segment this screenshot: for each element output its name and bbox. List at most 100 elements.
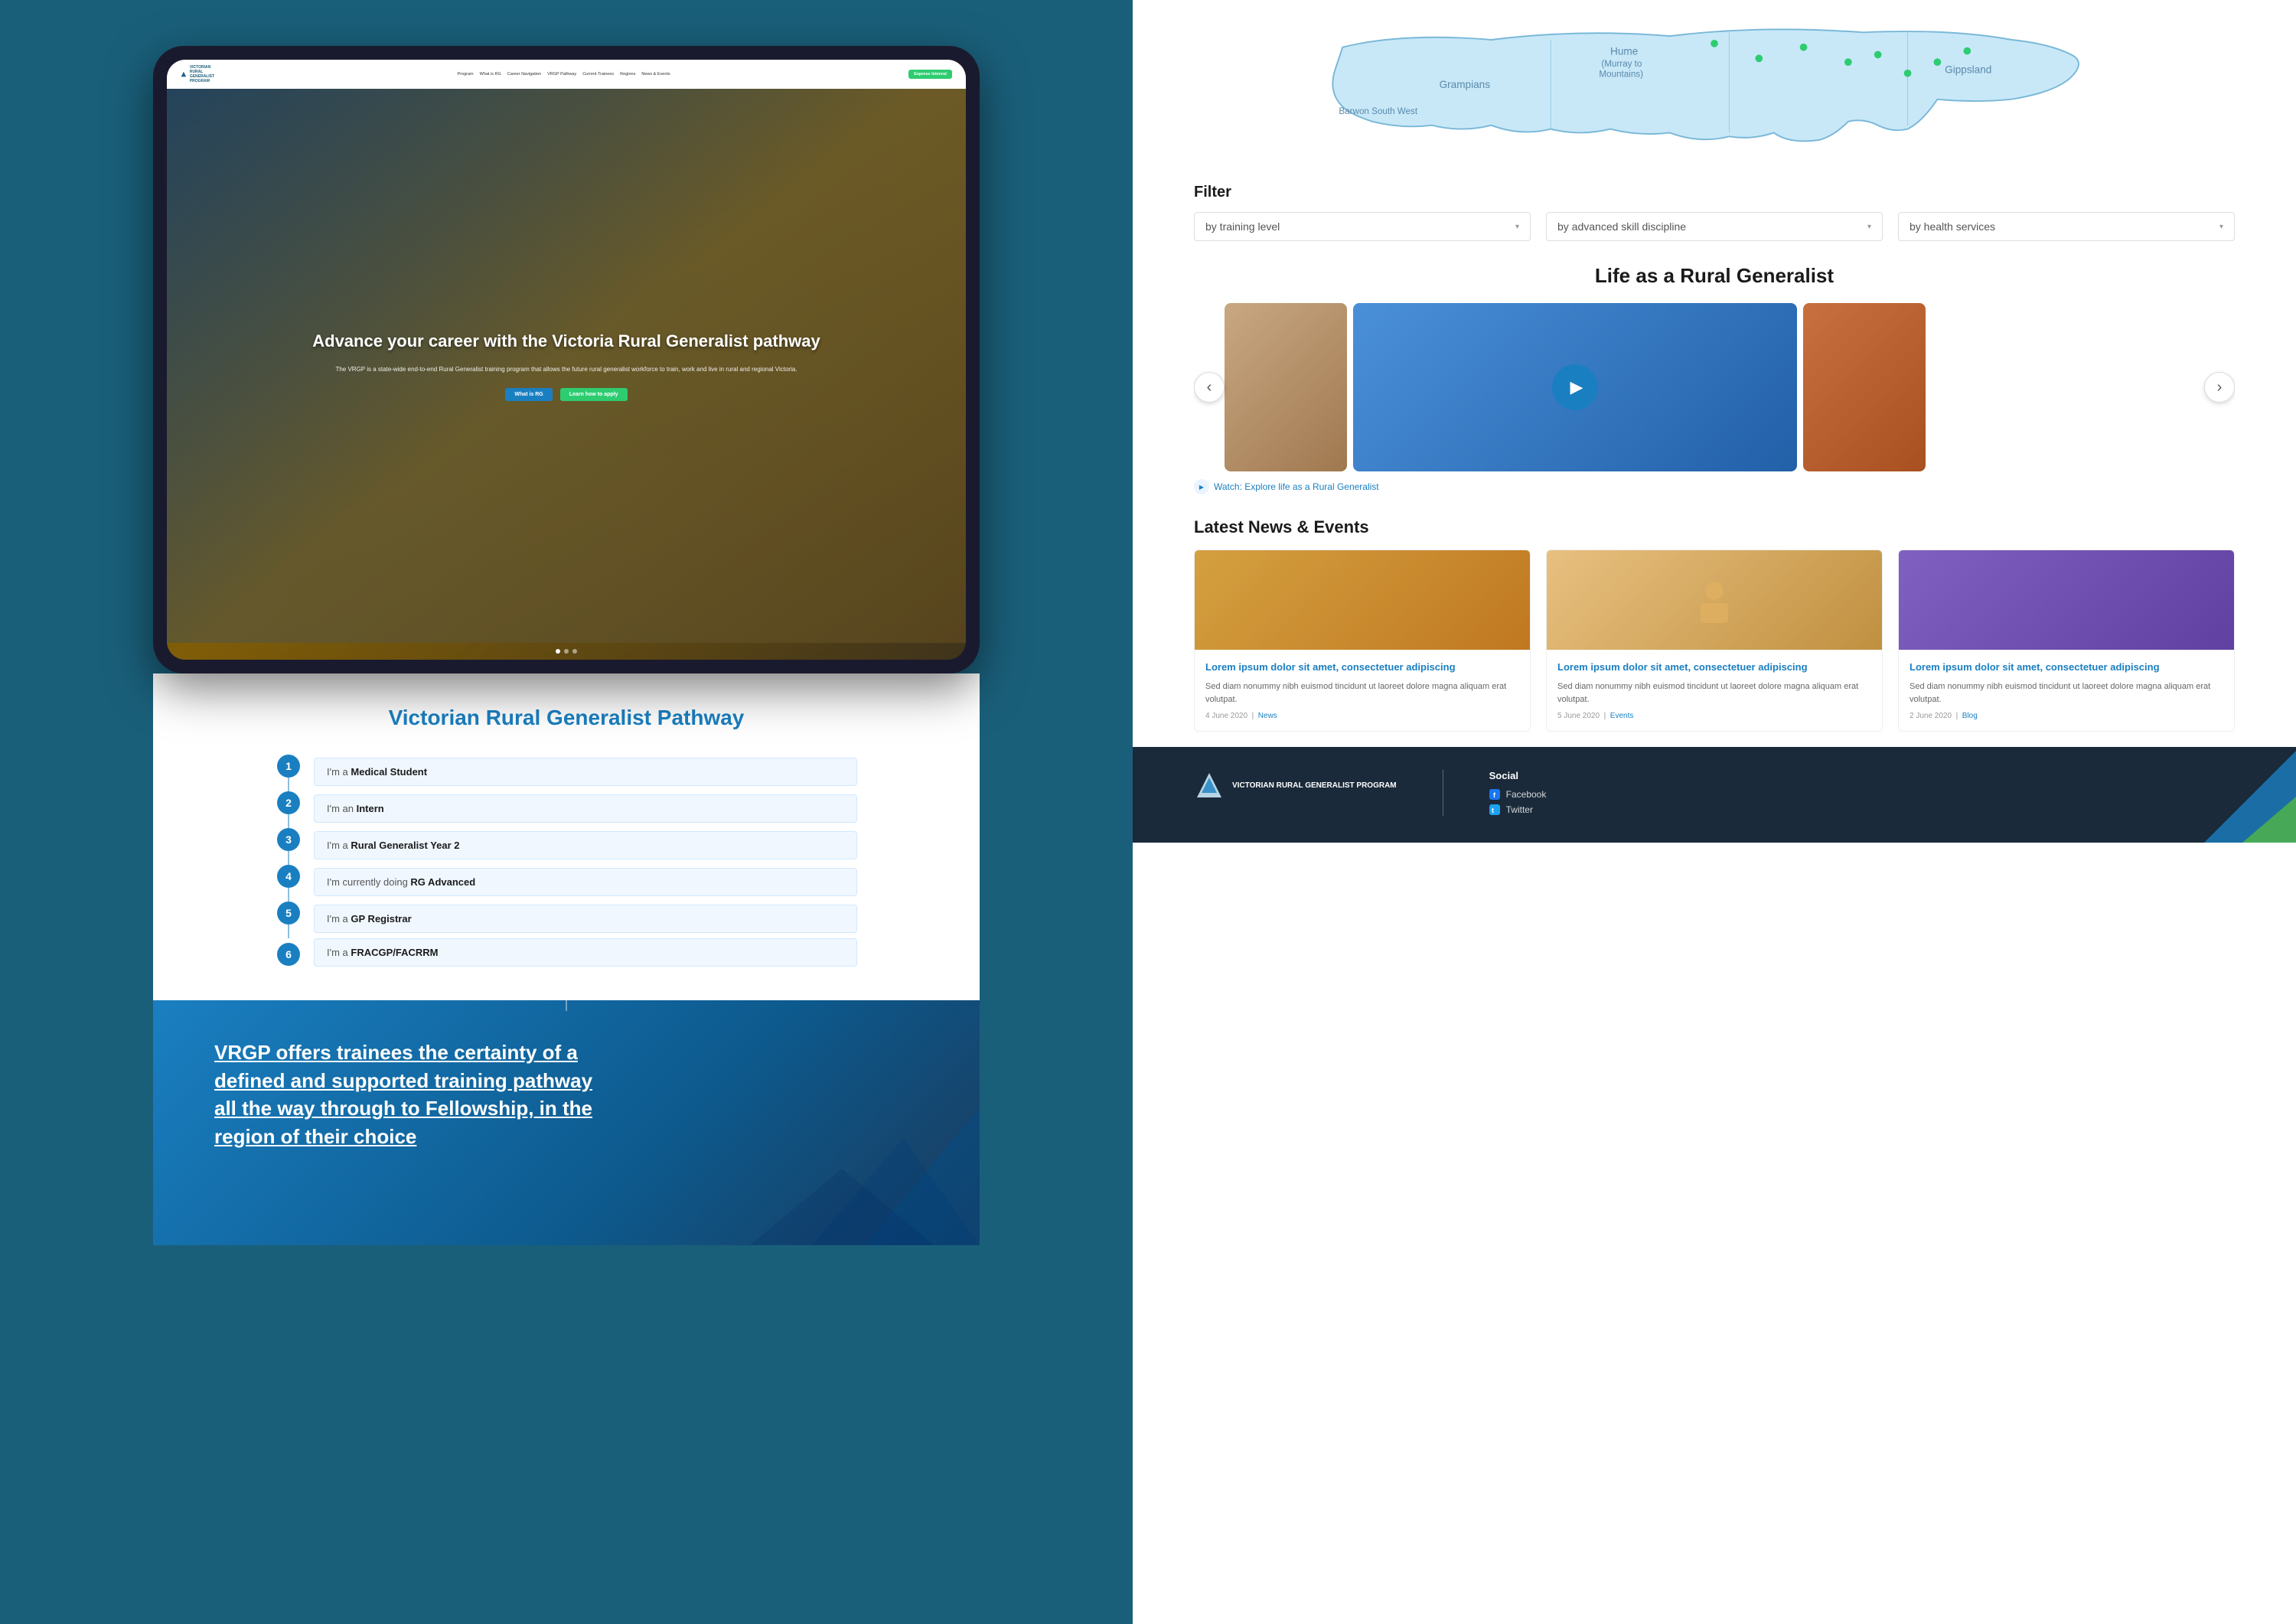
building-image bbox=[1803, 303, 1926, 471]
news-card-1-desc: Sed diam nonummy nibh euismod tincidunt … bbox=[1205, 680, 1519, 706]
svg-text:t: t bbox=[1492, 807, 1494, 814]
news-card-3[interactable]: Lorem ipsum dolor sit amet, consectetuer… bbox=[1898, 549, 2235, 732]
news-card-3-meta: 2 June 2020 | Blog bbox=[1910, 712, 2223, 720]
footer-decorative-shapes bbox=[2143, 751, 2296, 843]
tablet-nav-links: Program What is RG Career Navigation VRG… bbox=[228, 72, 899, 77]
news-card-2-image bbox=[1547, 550, 1882, 650]
training-level-text: by training level bbox=[1205, 220, 1280, 233]
carousel-images: ▶ bbox=[1225, 303, 2204, 471]
tablet-nav: VICTORIAN RURAL GENERALIST PROGRAM Progr… bbox=[167, 60, 966, 89]
tablet-hero-section: VICTORIAN RURAL GENERALIST PROGRAM Progr… bbox=[167, 60, 966, 660]
news-card-1[interactable]: Lorem ipsum dolor sit amet, consectetuer… bbox=[1194, 549, 1531, 732]
dropdown-arrow-1: ▾ bbox=[1515, 223, 1519, 231]
nav-career[interactable]: Career Navigation bbox=[507, 72, 541, 77]
pathway-step-5: 5 I'm a GP Registrar bbox=[276, 902, 857, 938]
news-card-3-image bbox=[1899, 550, 2234, 650]
learn-apply-button[interactable]: Learn how to apply bbox=[560, 388, 628, 401]
what-is-rg-button[interactable]: What is RG bbox=[505, 388, 552, 401]
blue-bottom-section: VRGP offers trainees the certainty of a … bbox=[153, 1000, 980, 1245]
step-number-6: 6 bbox=[277, 943, 300, 966]
tablet-screen: VICTORIAN RURAL GENERALIST PROGRAM Progr… bbox=[167, 60, 966, 660]
nav-vrgp[interactable]: VRGP Pathway bbox=[547, 72, 576, 77]
svg-text:(Murray to: (Murray to bbox=[1601, 59, 1642, 69]
step-box-3[interactable]: I'm a Rural Generalist Year 2 bbox=[314, 831, 857, 859]
news-section: Latest News & Events Lorem ipsum dolor s… bbox=[1133, 510, 2296, 747]
nav-regions[interactable]: Regions bbox=[620, 72, 635, 77]
watch-text: Watch: Explore life as a Rural Generalis… bbox=[1214, 481, 1379, 492]
tablet-hero-content: Advance your career with the Victoria Ru… bbox=[167, 89, 966, 643]
pathway-step-1: 1 I'm a Medical Student bbox=[276, 755, 857, 791]
step-box-6[interactable]: I'm a FRACGP/FACRRM bbox=[314, 938, 857, 967]
blue-bottom-title: VRGP offers trainees the certainty of a … bbox=[214, 1039, 597, 1150]
step-line-5 bbox=[288, 925, 289, 938]
life-title: Life as a Rural Generalist bbox=[1194, 264, 2235, 288]
nav-news[interactable]: News & Events bbox=[641, 72, 670, 77]
step-line-2 bbox=[288, 814, 289, 828]
hero-description: The VRGP is a state-wide end-to-end Rura… bbox=[312, 365, 820, 374]
dot-1[interactable] bbox=[556, 649, 560, 654]
carousel-dots bbox=[167, 643, 966, 660]
nav-program[interactable]: Program bbox=[458, 72, 474, 77]
twitter-link[interactable]: t Twitter bbox=[1489, 804, 1547, 815]
news-card-1-date: 4 June 2020 bbox=[1205, 712, 1247, 720]
news-card-1-content: Lorem ipsum dolor sit amet, consectetuer… bbox=[1195, 650, 1530, 731]
news-card-2-desc: Sed diam nonummy nibh euismod tincidunt … bbox=[1557, 680, 1871, 706]
filter-label: Filter bbox=[1194, 184, 2235, 201]
svg-text:Grampians: Grampians bbox=[1440, 79, 1491, 90]
news-card-2-meta: 5 June 2020 | Events bbox=[1557, 712, 1871, 720]
facebook-link[interactable]: f Facebook bbox=[1489, 789, 1547, 800]
tablet-device: VICTORIAN RURAL GENERALIST PROGRAM Progr… bbox=[153, 46, 980, 673]
doctor-silhouette bbox=[1691, 577, 1737, 623]
dot-3[interactable] bbox=[572, 649, 577, 654]
footer: VICTORIAN RURAL GENERALIST PROGRAM Socia… bbox=[1133, 747, 2296, 843]
health-services-text: by health services bbox=[1910, 220, 1995, 233]
svg-text:Gippsland: Gippsland bbox=[1945, 64, 1991, 76]
express-interest-button[interactable]: Express Interest bbox=[908, 70, 952, 79]
pathway-step-3: 3 I'm a Rural Generalist Year 2 bbox=[276, 828, 857, 865]
pathway-title: Victorian Rural Generalist Pathway bbox=[276, 704, 857, 732]
nav-whatisrg[interactable]: What is RG bbox=[480, 72, 501, 77]
step-connector-4: 4 bbox=[276, 865, 302, 902]
step-box-1[interactable]: I'm a Medical Student bbox=[314, 758, 857, 786]
twitter-text: Twitter bbox=[1506, 804, 1533, 815]
training-level-dropdown[interactable]: by training level ▾ bbox=[1194, 212, 1531, 241]
people-image bbox=[1225, 303, 1347, 471]
pathway-step-2: 2 I'm an Intern bbox=[276, 791, 857, 828]
carousel-prev-button[interactable]: ‹ bbox=[1194, 372, 1225, 403]
dot-2[interactable] bbox=[564, 649, 569, 654]
news-card-3-date: 2 June 2020 bbox=[1910, 712, 1952, 720]
pathway-step-6: 6 I'm a FRACGP/FACRRM bbox=[276, 938, 857, 970]
facebook-icon: f bbox=[1489, 789, 1500, 800]
step-number-3: 3 bbox=[277, 828, 300, 851]
step-connector-1: 1 bbox=[276, 755, 302, 791]
news-card-2-tag: Events bbox=[1610, 712, 1634, 720]
svg-text:Barwon South West: Barwon South West bbox=[1339, 106, 1417, 116]
tablet-logo-text: VICTORIAN RURAL GENERALIST PROGRAM bbox=[190, 65, 219, 83]
carousel-side-left bbox=[1225, 303, 1347, 471]
news-card-1-meta: 4 June 2020 | News bbox=[1205, 712, 1519, 720]
filter-section: Filter by training level ▾ by advanced s… bbox=[1133, 168, 2296, 256]
footer-logo: VICTORIAN RURAL GENERALIST PROGRAM bbox=[1194, 770, 1397, 801]
video-carousel: ‹ ▶ bbox=[1194, 303, 2235, 471]
news-cards-container: Lorem ipsum dolor sit amet, consectetuer… bbox=[1194, 549, 2235, 732]
nav-trainees[interactable]: Current Trainees bbox=[582, 72, 614, 77]
news-card-3-content: Lorem ipsum dolor sit amet, consectetuer… bbox=[1899, 650, 2234, 731]
svg-text:Hume: Hume bbox=[1610, 45, 1638, 57]
map-section: Grampians Hume (Murray to Mountains) Gip… bbox=[1133, 0, 2296, 168]
step-connector-3: 3 bbox=[276, 828, 302, 865]
right-panel: Grampians Hume (Murray to Mountains) Gip… bbox=[1133, 0, 2296, 1624]
step-box-4[interactable]: I'm currently doing RG Advanced bbox=[314, 868, 857, 896]
step-box-2[interactable]: I'm an Intern bbox=[314, 794, 857, 823]
advanced-skill-dropdown[interactable]: by advanced skill discipline ▾ bbox=[1546, 212, 1883, 241]
hero-text-block: Advance your career with the Victoria Ru… bbox=[312, 331, 820, 401]
watch-link[interactable]: ▶ Watch: Explore life as a Rural General… bbox=[1194, 479, 2235, 494]
health-services-dropdown[interactable]: by health services ▾ bbox=[1898, 212, 2235, 241]
news-card-2[interactable]: Lorem ipsum dolor sit amet, consectetuer… bbox=[1546, 549, 1883, 732]
carousel-next-button[interactable]: › bbox=[2204, 372, 2235, 403]
news-card-1-tag: News bbox=[1258, 712, 1277, 720]
news-title: Latest News & Events bbox=[1194, 517, 2235, 537]
watch-play-icon: ▶ bbox=[1194, 479, 1209, 494]
pathway-section: Victorian Rural Generalist Pathway 1 I'm… bbox=[153, 673, 980, 1000]
step-box-5[interactable]: I'm a GP Registrar bbox=[314, 905, 857, 933]
play-button[interactable]: ▶ bbox=[1552, 364, 1598, 410]
